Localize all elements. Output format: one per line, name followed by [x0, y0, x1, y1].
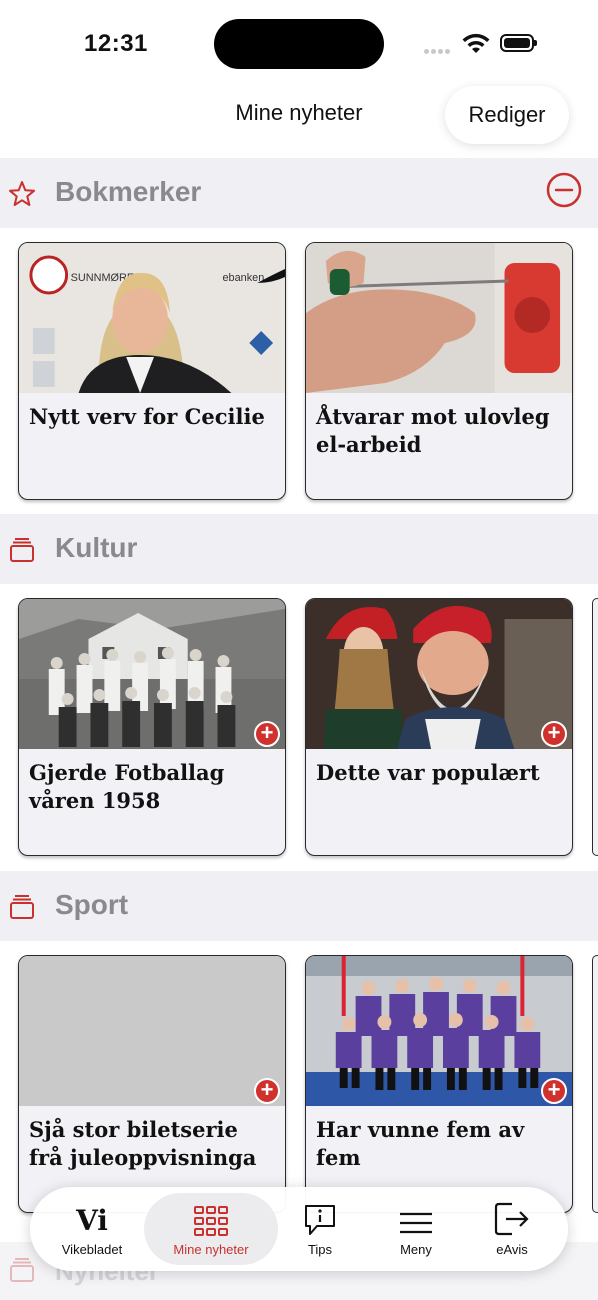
article-image: SUNNMØRE ebanken [19, 243, 285, 393]
article-title: Dette var populært [316, 760, 540, 785]
edit-button[interactable]: Rediger [445, 86, 569, 144]
dynamic-island [214, 19, 384, 69]
article-image [19, 599, 285, 749]
tab-mine-nyheter[interactable]: Mine nyheter [144, 1193, 278, 1265]
article-card[interactable]: + Sjå stor biletserie frå juleoppvisning… [18, 955, 286, 1213]
star-icon [9, 181, 35, 206]
add-bookmark-icon[interactable]: + [541, 1078, 567, 1104]
stack-icon [10, 538, 34, 562]
battery-icon [500, 34, 537, 52]
section-header-bokmerker: Bokmerker [0, 158, 598, 228]
tab-bar: Vi Vikebladet Mine nyheter Tips Meny eAv… [30, 1187, 568, 1271]
article-image-placeholder [19, 956, 285, 1106]
article-title: Sjå stor biletserie frå juleoppvisninga [29, 1117, 257, 1170]
external-link-icon [494, 1202, 529, 1236]
tips-icon [305, 1205, 335, 1235]
stack-icon [10, 1258, 34, 1282]
article-title: Åtvarar mot ulovleg el-arbeid [316, 404, 550, 457]
grid-icon [194, 1206, 228, 1236]
tab-eavis[interactable]: eAvis [470, 1193, 554, 1265]
section-header-kultur: Kultur [0, 514, 598, 584]
article-image [306, 243, 572, 393]
article-title: Har vunne fem av fem [316, 1117, 525, 1170]
article-card[interactable]: SUNNMØRE ebanken Nytt verv for Cecilie [18, 242, 286, 500]
vikebladet-logo-icon: Vi [76, 1204, 108, 1237]
tab-label: Mine nyheter [173, 1242, 249, 1257]
remove-section-icon[interactable] [546, 172, 582, 208]
tab-label: Meny [400, 1242, 432, 1257]
section-title: Bokmerker [55, 176, 202, 207]
cellular-signal-icon [424, 41, 456, 54]
tab-label: Vikebladet [61, 1242, 123, 1257]
section-title: Kultur [55, 532, 138, 563]
tab-label: eAvis [496, 1242, 528, 1257]
section-header-sport: Sport [0, 871, 598, 941]
article-card-peek[interactable] [592, 955, 598, 1213]
article-card[interactable]: + Gjerde Fotballag våren 1958 [18, 598, 286, 856]
article-card[interactable]: Åtvarar mot ulovleg el-arbeid [305, 242, 573, 500]
tab-label: Tips [307, 1242, 333, 1257]
tab-vikebladet[interactable]: Vi Vikebladet [40, 1193, 144, 1265]
add-bookmark-icon[interactable]: + [254, 1078, 280, 1104]
add-bookmark-icon[interactable]: + [254, 721, 280, 747]
add-bookmark-icon[interactable]: + [541, 721, 567, 747]
article-card[interactable]: + Har vunne fem av fem [305, 955, 573, 1213]
article-card-peek[interactable] [592, 598, 598, 856]
article-image [306, 956, 572, 1106]
wifi-icon [462, 33, 490, 53]
article-image [306, 599, 572, 749]
section-title: Sport [55, 889, 129, 920]
stack-icon [10, 895, 34, 919]
status-bar: 12:31 [0, 0, 598, 88]
article-title: Nytt verv for Cecilie [29, 404, 265, 429]
article-title: Gjerde Fotballag våren 1958 [29, 760, 225, 813]
svg-text:ebanken: ebanken [222, 272, 264, 284]
hamburger-menu-icon [400, 1212, 432, 1234]
tab-meny[interactable]: Meny [374, 1193, 458, 1265]
tab-tips[interactable]: Tips [278, 1193, 362, 1265]
article-card[interactable]: + Dette var populært [305, 598, 573, 856]
status-time: 12:31 [84, 30, 148, 57]
